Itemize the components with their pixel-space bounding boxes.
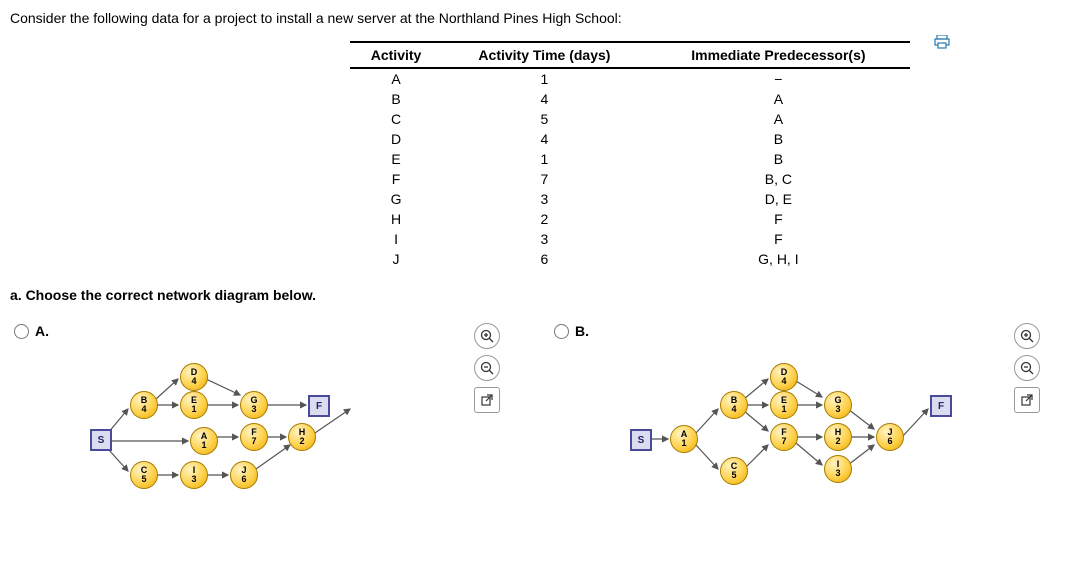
radio-B-label[interactable]: B. <box>554 323 1050 339</box>
cell-pred: F <box>647 209 910 229</box>
cell-time: 2 <box>442 209 647 229</box>
node-G: G3 <box>824 391 852 419</box>
node-I: I3 <box>180 461 208 489</box>
cell-time: 3 <box>442 229 647 249</box>
prompt-text: Consider the following data for a projec… <box>10 10 1063 26</box>
question-a: a. Choose the correct network diagram be… <box>10 287 1063 303</box>
cell-time: 3 <box>442 189 647 209</box>
cell-activity: D <box>350 129 442 149</box>
th-activity: Activity <box>350 42 442 68</box>
zoom-in-icon[interactable] <box>1014 323 1040 349</box>
radio-A-label[interactable]: A. <box>14 323 510 339</box>
cell-pred: A <box>647 89 910 109</box>
node-S: S <box>90 429 112 451</box>
open-new-icon[interactable] <box>474 387 500 413</box>
table-row: H2F <box>350 209 910 229</box>
node-F: F7 <box>240 423 268 451</box>
node-J: J6 <box>230 461 258 489</box>
cell-activity: H <box>350 209 442 229</box>
cell-pred: A <box>647 109 910 129</box>
node-E: E1 <box>180 391 208 419</box>
node-Fend: F <box>308 395 330 417</box>
open-new-icon[interactable] <box>1014 387 1040 413</box>
table-row: E1B <box>350 149 910 169</box>
cell-time: 6 <box>442 249 647 269</box>
cell-activity: J <box>350 249 442 269</box>
table-row: G3D, E <box>350 189 910 209</box>
cell-activity: C <box>350 109 442 129</box>
cell-time: 1 <box>442 68 647 89</box>
cell-activity: F <box>350 169 442 189</box>
cell-time: 1 <box>442 149 647 169</box>
cell-pred: D, E <box>647 189 910 209</box>
table-row: D4B <box>350 129 910 149</box>
table-row: J6G, H, I <box>350 249 910 269</box>
node-Fend: F <box>930 395 952 417</box>
radio-B[interactable] <box>554 324 569 339</box>
print-icon[interactable] <box>934 35 950 49</box>
cell-time: 5 <box>442 109 647 129</box>
node-H: H2 <box>288 423 316 451</box>
cell-time: 4 <box>442 129 647 149</box>
node-B: B4 <box>130 391 158 419</box>
table-row: C5A <box>350 109 910 129</box>
cell-pred: B, C <box>647 169 910 189</box>
table-row: B4A <box>350 89 910 109</box>
node-A: A1 <box>670 425 698 453</box>
cell-pred: F <box>647 229 910 249</box>
diagram-B: S A1 B4 C5 D4 E1 F7 G3 H2 I3 J6 F <box>630 349 960 499</box>
cell-pred: G, H, I <box>647 249 910 269</box>
cell-activity: A <box>350 68 442 89</box>
zoom-in-icon[interactable] <box>474 323 500 349</box>
cell-activity: B <box>350 89 442 109</box>
node-G: G3 <box>240 391 268 419</box>
cell-pred: B <box>647 149 910 169</box>
option-B-text: B. <box>575 323 589 339</box>
node-I: I3 <box>824 455 852 483</box>
zoom-out-icon[interactable] <box>474 355 500 381</box>
cell-time: 7 <box>442 169 647 189</box>
node-F: F7 <box>770 423 798 451</box>
node-S: S <box>630 429 652 451</box>
cell-activity: E <box>350 149 442 169</box>
table-row: A1− <box>350 68 910 89</box>
option-A: A. <box>10 323 510 499</box>
node-B: B4 <box>720 391 748 419</box>
table-row: I3F <box>350 229 910 249</box>
node-C: C5 <box>130 461 158 489</box>
zoom-out-icon[interactable] <box>1014 355 1040 381</box>
option-B: B. <box>550 323 1050 499</box>
node-H: H2 <box>824 423 852 451</box>
node-C: C5 <box>720 457 748 485</box>
node-D: D4 <box>770 363 798 391</box>
toolbar-A <box>474 323 500 413</box>
toolbar-B <box>1014 323 1040 413</box>
th-pred: Immediate Predecessor(s) <box>647 42 910 68</box>
th-time: Activity Time (days) <box>442 42 647 68</box>
cell-activity: G <box>350 189 442 209</box>
node-A: A1 <box>190 427 218 455</box>
cell-activity: I <box>350 229 442 249</box>
cell-pred: − <box>647 68 910 89</box>
node-D: D4 <box>180 363 208 391</box>
table-row: F7B, C <box>350 169 910 189</box>
node-J: J6 <box>876 423 904 451</box>
node-E: E1 <box>770 391 798 419</box>
diagram-A: S B4 A1 C5 D4 E1 F7 G3 H2 I3 J6 F <box>90 349 420 499</box>
cell-pred: B <box>647 129 910 149</box>
activity-table: Activity Activity Time (days) Immediate … <box>350 41 910 269</box>
option-A-text: A. <box>35 323 49 339</box>
cell-time: 4 <box>442 89 647 109</box>
radio-A[interactable] <box>14 324 29 339</box>
activity-table-wrap: Activity Activity Time (days) Immediate … <box>350 41 910 269</box>
